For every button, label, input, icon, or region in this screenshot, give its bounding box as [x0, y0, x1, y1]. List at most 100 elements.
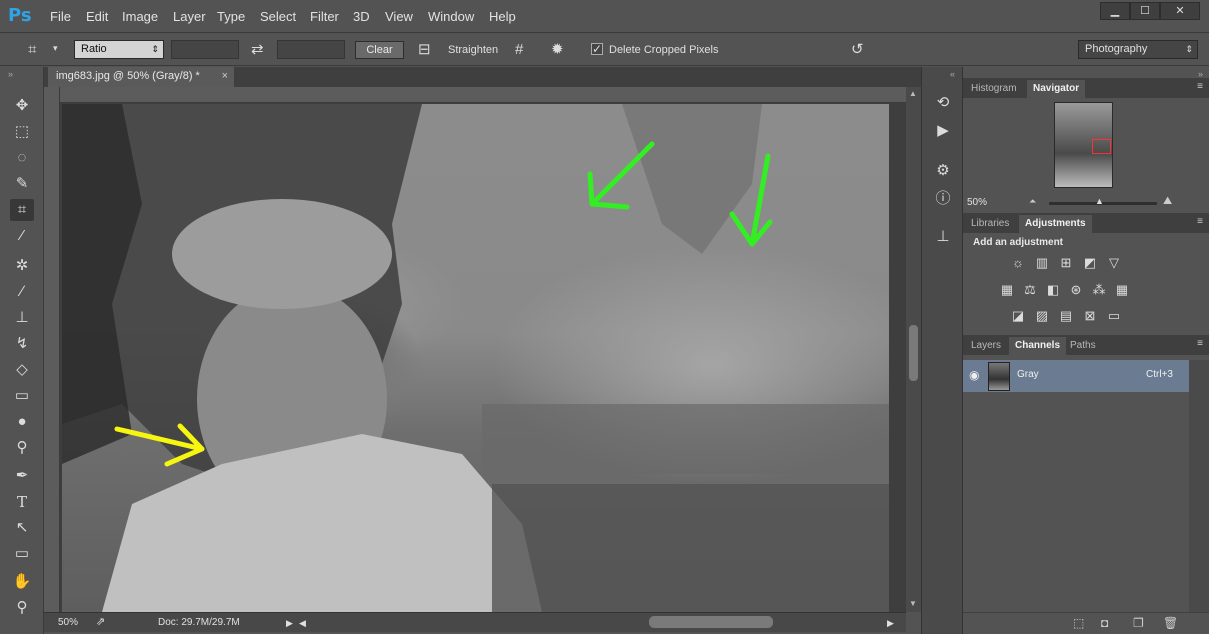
- properties-icon[interactable]: ⚙: [933, 161, 953, 181]
- reset-icon[interactable]: ↺: [851, 42, 864, 57]
- eyedropper-tool-icon[interactable]: ⁄: [10, 225, 34, 247]
- tab-histogram[interactable]: Histogram: [965, 80, 1023, 98]
- gear-icon[interactable]: ✹: [551, 42, 564, 57]
- navigator-zoom[interactable]: 50%: [967, 197, 987, 208]
- menu-help[interactable]: Help: [489, 9, 516, 24]
- tab-paths[interactable]: Paths: [1064, 337, 1102, 355]
- menu-file[interactable]: File: [50, 9, 71, 24]
- menu-type[interactable]: Type: [217, 9, 245, 24]
- workspace-select[interactable]: Photography ⇕: [1078, 40, 1198, 59]
- scroll-down-icon[interactable]: ▼: [909, 599, 917, 608]
- move-tool-icon[interactable]: ✥: [10, 95, 34, 117]
- vibrance-icon[interactable]: ▽: [1106, 256, 1122, 270]
- scroll-left-icon[interactable]: ◀: [299, 618, 306, 629]
- straighten-icon[interactable]: ⊟: [418, 42, 431, 57]
- exposure-icon[interactable]: ◩: [1082, 256, 1098, 270]
- overlay-grid-icon[interactable]: #: [515, 42, 523, 57]
- scroll-up-icon[interactable]: ▲: [909, 89, 917, 98]
- healing-tool-icon[interactable]: ✲: [10, 255, 34, 277]
- width-field[interactable]: [171, 40, 239, 59]
- zoom-in-icon[interactable]: ⛰: [1163, 195, 1172, 208]
- path-select-tool-icon[interactable]: ↖: [10, 517, 34, 539]
- hue-saturation-icon[interactable]: ▦: [999, 283, 1015, 297]
- collapse-strip-icon[interactable]: «: [950, 69, 955, 79]
- channel-mixer-icon[interactable]: ⁂: [1091, 283, 1107, 297]
- minimize-button[interactable]: ▁: [1100, 2, 1130, 20]
- brush-tool-icon[interactable]: ∕: [10, 281, 34, 303]
- tab-libraries[interactable]: Libraries: [965, 215, 1015, 233]
- history-brush-tool-icon[interactable]: ↯: [10, 333, 34, 355]
- color-balance-icon[interactable]: ⚖: [1022, 283, 1038, 297]
- channel-row-gray[interactable]: ◉ Gray Ctrl+3: [963, 360, 1189, 392]
- menu-window[interactable]: Window: [428, 9, 474, 24]
- zoom-tool-icon[interactable]: ⚲: [10, 597, 34, 619]
- gradient-map-icon[interactable]: ▭: [1106, 309, 1122, 323]
- tab-channels[interactable]: Channels: [1009, 337, 1067, 355]
- close-tab-icon[interactable]: ×: [222, 67, 228, 86]
- invert-icon[interactable]: ◪: [1010, 309, 1026, 323]
- clear-button[interactable]: Clear: [355, 41, 404, 59]
- lasso-tool-icon[interactable]: ◌: [10, 147, 34, 169]
- zoom-out-icon[interactable]: ⏶: [1029, 196, 1036, 207]
- close-button[interactable]: ✕: [1160, 2, 1200, 20]
- menu-image[interactable]: Image: [122, 9, 158, 24]
- tab-layers[interactable]: Layers: [965, 337, 1007, 355]
- swap-icon[interactable]: ⇄: [251, 42, 264, 57]
- dodge-tool-icon[interactable]: ⚲: [10, 437, 34, 459]
- ratio-select[interactable]: Ratio ⇕: [74, 40, 164, 59]
- brightness-icon[interactable]: ☼: [1010, 256, 1026, 270]
- scroll-right-icon[interactable]: ▶: [887, 618, 894, 629]
- channels-scrollbar[interactable]: [1189, 360, 1209, 612]
- navigator-view-box[interactable]: [1092, 139, 1111, 154]
- trash-icon[interactable]: 🗑: [1163, 616, 1178, 630]
- history-icon[interactable]: ⟲: [933, 93, 953, 113]
- menu-layer[interactable]: Layer: [173, 9, 206, 24]
- menu-filter[interactable]: Filter: [310, 9, 339, 24]
- quick-select-tool-icon[interactable]: ✎: [10, 173, 34, 195]
- menu-edit[interactable]: Edit: [86, 9, 108, 24]
- status-menu-arrow-icon[interactable]: ▶: [286, 618, 293, 629]
- export-icon[interactable]: ⇗: [96, 615, 105, 628]
- crop-tool-icon[interactable]: ⌗: [10, 199, 34, 221]
- vertical-scrollbar[interactable]: ▲ ▼: [906, 87, 921, 612]
- pen-tool-icon[interactable]: ✒: [10, 465, 34, 487]
- straighten-button[interactable]: Straighten: [448, 44, 498, 56]
- maximize-button[interactable]: ☐: [1130, 2, 1160, 20]
- vertical-scroll-thumb[interactable]: [909, 325, 918, 381]
- panel-menu-icon[interactable]: ≡: [1197, 81, 1203, 92]
- menu-3d[interactable]: 3D: [353, 9, 370, 24]
- tool-presets-icon[interactable]: ⊥: [933, 227, 953, 247]
- document-tab[interactable]: img683.jpg @ 50% (Gray/8) * ×: [48, 67, 234, 87]
- load-selection-icon[interactable]: ⬚: [1073, 616, 1084, 630]
- photo-filter-icon[interactable]: ⊛: [1068, 283, 1084, 297]
- shape-tool-icon[interactable]: ▭: [10, 543, 34, 565]
- collapse-toolbar-icon[interactable]: »: [8, 69, 13, 79]
- marquee-tool-icon[interactable]: ⬚: [10, 121, 34, 143]
- hand-tool-icon[interactable]: ✋: [10, 571, 34, 593]
- stamp-tool-icon[interactable]: ⊥: [10, 307, 34, 329]
- panel-menu-icon[interactable]: ≡: [1197, 216, 1203, 227]
- new-channel-icon[interactable]: ❐: [1133, 616, 1144, 630]
- delete-cropped-checkbox[interactable]: ✓: [591, 43, 603, 55]
- levels-icon[interactable]: ▥: [1034, 256, 1050, 270]
- black-white-icon[interactable]: ◧: [1045, 283, 1061, 297]
- actions-play-icon[interactable]: ▶: [933, 121, 953, 141]
- eraser-tool-icon[interactable]: ◇: [10, 359, 34, 381]
- selective-color-icon[interactable]: ⊠: [1082, 309, 1098, 323]
- menu-view[interactable]: View: [385, 9, 413, 24]
- height-field[interactable]: [277, 40, 345, 59]
- curves-icon[interactable]: ⊞: [1058, 256, 1074, 270]
- tab-navigator[interactable]: Navigator: [1027, 80, 1086, 98]
- preset-dropdown-icon[interactable]: ▾: [53, 44, 58, 53]
- threshold-icon[interactable]: ▤: [1058, 309, 1074, 323]
- eye-visibility-icon[interactable]: ◉: [969, 368, 979, 382]
- zoom-slider-thumb[interactable]: ▲: [1095, 196, 1104, 206]
- crop-tool-preset-icon[interactable]: ⌗: [28, 42, 36, 57]
- type-tool-icon[interactable]: T: [10, 491, 34, 513]
- document-canvas-photo[interactable]: [62, 104, 889, 612]
- save-selection-icon[interactable]: ◘: [1101, 616, 1108, 630]
- panel-menu-icon[interactable]: ≡: [1197, 338, 1203, 349]
- gradient-tool-icon[interactable]: ▭: [10, 385, 34, 407]
- horizontal-scroll-thumb[interactable]: [649, 616, 773, 628]
- info-icon[interactable]: ⓘ: [933, 189, 953, 209]
